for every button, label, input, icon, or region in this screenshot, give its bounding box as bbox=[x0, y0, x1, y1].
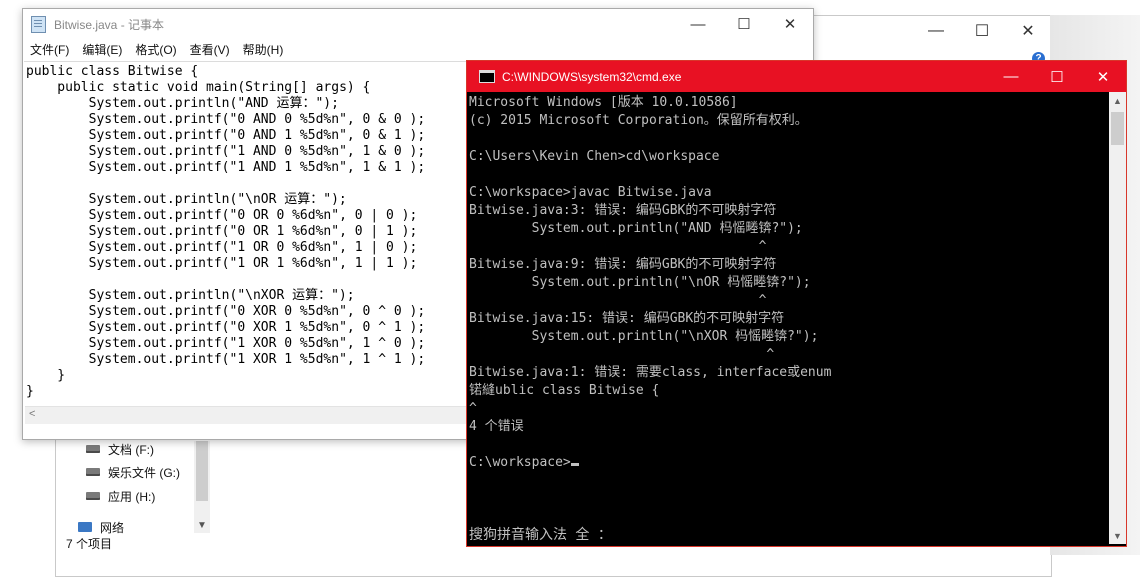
console-output-text: Microsoft Windows [版本 10.0.10586] (c) 20… bbox=[469, 95, 832, 470]
nav-item-label: 网络 bbox=[100, 520, 125, 535]
drive-icon bbox=[86, 468, 100, 476]
notepad-window-controls: — ☐ ✕ bbox=[675, 9, 813, 39]
window-title: C:\WINDOWS\system32\cmd.exe bbox=[502, 69, 682, 84]
console-output: Microsoft Windows [版本 10.0.10586] (c) 20… bbox=[469, 94, 831, 472]
nav-item-drive-h[interactable]: 应用 (H:) bbox=[86, 487, 155, 505]
menu-file[interactable]: 文件(F) bbox=[30, 41, 69, 58]
chevron-up-icon[interactable]: ▲ bbox=[1109, 92, 1126, 109]
nav-item-drive-g[interactable]: 娱乐文件 (G:) bbox=[86, 463, 180, 481]
minimize-button[interactable]: — bbox=[913, 16, 959, 46]
window-title: Bitwise.java - 记事本 bbox=[54, 17, 165, 32]
notepad-title-bar[interactable]: Bitwise.java - 记事本 — ☐ ✕ bbox=[23, 9, 813, 39]
chevron-down-icon[interactable]: ▼ bbox=[194, 517, 210, 533]
nav-item-label: 应用 (H:) bbox=[108, 489, 156, 504]
status-bar-item-count: 7 个项目 bbox=[66, 537, 113, 551]
maximize-button[interactable]: ☐ bbox=[721, 9, 767, 39]
source-code-text[interactable]: public class Bitwise { public static voi… bbox=[26, 64, 425, 400]
console-icon bbox=[479, 70, 495, 83]
chevron-down-icon[interactable]: ▼ bbox=[1109, 527, 1126, 544]
explorer-scrollbar[interactable]: ▼ bbox=[194, 441, 210, 533]
notepad-menu-bar: 文件(F) 编辑(E) 格式(O) 查看(V) 帮助(H) bbox=[23, 39, 813, 59]
close-button[interactable]: ✕ bbox=[1080, 61, 1126, 92]
maximize-button[interactable]: ☐ bbox=[959, 16, 1005, 46]
menu-edit[interactable]: 编辑(E) bbox=[82, 41, 122, 58]
nav-item-label: 娱乐文件 (G:) bbox=[108, 465, 180, 480]
drive-icon bbox=[86, 445, 100, 453]
menu-help[interactable]: 帮助(H) bbox=[243, 41, 284, 58]
maximize-button[interactable]: ☐ bbox=[1034, 61, 1080, 92]
scrollbar-thumb[interactable] bbox=[196, 441, 208, 501]
vertical-scrollbar[interactable]: ▲ ▼ bbox=[1109, 92, 1126, 544]
explorer-window-controls: — ☐ ✕ bbox=[913, 16, 1051, 46]
close-button[interactable]: ✕ bbox=[1005, 16, 1051, 46]
nav-item-label: 文档 (F:) bbox=[108, 442, 154, 457]
drive-icon bbox=[86, 492, 100, 500]
cmd-title-bar[interactable]: C:\WINDOWS\system32\cmd.exe — ☐ ✕ bbox=[467, 61, 1126, 92]
minimize-button[interactable]: — bbox=[988, 61, 1034, 92]
chevron-left-icon[interactable]: < bbox=[29, 408, 35, 420]
cmd-window-controls: — ☐ ✕ bbox=[988, 61, 1126, 92]
menu-format[interactable]: 格式(O) bbox=[135, 41, 176, 58]
text-cursor bbox=[570, 463, 579, 466]
nav-item-network[interactable]: 网络 bbox=[78, 518, 124, 536]
nav-item-drive-f[interactable]: 文档 (F:) bbox=[86, 440, 154, 458]
minimize-button[interactable]: — bbox=[675, 9, 721, 39]
close-button[interactable]: ✕ bbox=[767, 9, 813, 39]
console-output-area[interactable]: Microsoft Windows [版本 10.0.10586] (c) 20… bbox=[468, 92, 1108, 544]
ime-status-text: 搜狗拼音输入法 全 ： bbox=[469, 527, 612, 543]
menu-view[interactable]: 查看(V) bbox=[190, 41, 230, 58]
network-icon bbox=[78, 522, 92, 532]
command-prompt-window: C:\WINDOWS\system32\cmd.exe — ☐ ✕ Micros… bbox=[466, 60, 1127, 547]
scrollbar-thumb[interactable] bbox=[1111, 112, 1124, 145]
notepad-icon bbox=[31, 15, 46, 33]
